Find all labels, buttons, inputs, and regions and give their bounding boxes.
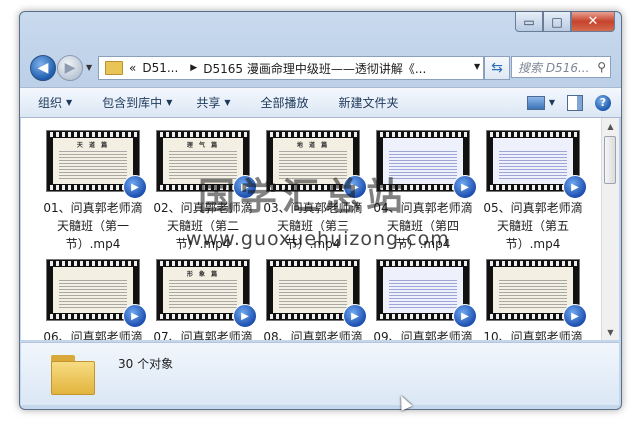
media-player-icon: ▶ [563, 175, 587, 199]
video-thumbnail: ▶ [266, 259, 367, 328]
play-all-button[interactable]: 全部播放 [261, 94, 309, 111]
file-name: 09、问真郭老师滴天髓班（第九 [373, 330, 473, 340]
video-thumbnail: ▶ [486, 130, 587, 199]
video-thumbnail: 形 象 篇 ▶ [156, 259, 257, 328]
organize-label: 组织 [38, 96, 63, 110]
file-item[interactable]: 天 道 篇 ▶ 01、问真郭老师滴天髓班（第一节）.mp4 [38, 130, 148, 253]
refresh-icon[interactable]: ⇆ [484, 56, 510, 80]
include-library-label: 包含到库中 [102, 96, 163, 110]
new-folder-label: 新建文件夹 [338, 96, 399, 110]
item-count: 30 个对象 [118, 357, 174, 371]
media-player-icon: ▶ [343, 304, 367, 328]
forward-arrow-icon[interactable]: ▶ [57, 55, 83, 81]
breadcrumb-item[interactable]: D5165 漫画命理中级班——透彻讲解《... [203, 60, 426, 77]
scrollbar-thumb[interactable] [604, 136, 616, 184]
video-thumbnail: ▶ [376, 259, 477, 328]
media-player-icon: ▶ [123, 304, 147, 328]
folder-icon [105, 61, 123, 75]
thumbnail-title: 形 象 篇 [186, 271, 220, 278]
file-item[interactable]: ▶ 05、问真郭老师滴天髓班（第五节）.mp4 [478, 130, 588, 253]
thumbnail-title: 地 道 篇 [296, 142, 330, 149]
file-name: 04、问真郭老师滴天髓班（第四节）.mp4 [373, 201, 473, 251]
chevron-down-icon: ▼ [66, 98, 73, 107]
file-item[interactable]: 形 象 篇 ▶ 07、问真郭老师滴天髓班（第七 [148, 259, 258, 340]
media-player-icon: ▶ [343, 175, 367, 199]
address-dropdown-icon[interactable]: ▼ [474, 62, 480, 71]
video-thumbnail: 天 道 篇 ▶ [46, 130, 147, 199]
file-name: 02、问真郭老师滴天髓班（第二节）.mp4 [153, 201, 253, 251]
share-label: 共享 [196, 96, 221, 110]
file-item[interactable]: ▶ 08、问真郭老师滴天髓班（第八 [258, 259, 368, 340]
file-name: 08、问真郭老师滴天髓班（第八 [263, 330, 363, 340]
details-pane: 30 个对象 [21, 342, 619, 405]
view-options-icon[interactable] [526, 95, 545, 110]
command-bar: 组织 ▼ 包含到库中 ▼ 共享 ▼ 全部播放 新建文件夹 ▼ ? [20, 87, 621, 118]
breadcrumb-item[interactable]: D51... [142, 61, 178, 75]
preview-pane-icon[interactable] [567, 94, 583, 111]
folder-icon [51, 355, 95, 395]
window-controls: ▭ □ ✕ [515, 12, 615, 32]
play-all-label: 全部播放 [260, 96, 309, 110]
media-player-icon: ▶ [233, 304, 257, 328]
file-name: 10、问真郭老师滴天髓班（第十 [483, 330, 583, 340]
video-thumbnail: ▶ [46, 259, 147, 328]
file-item[interactable]: 地 道 篇 ▶ 03、问真郭老师滴天髓班（第三节）.mp4 [258, 130, 368, 253]
maximize-button[interactable]: □ [543, 12, 571, 32]
chevron-down-icon: ▼ [224, 98, 231, 107]
include-library-menu[interactable]: 包含到库中 ▼ [102, 94, 172, 111]
close-button[interactable]: ✕ [571, 12, 615, 32]
view-controls: ▼ ? [526, 88, 621, 117]
file-name: 06、问真郭老师滴天髓班（第六 [43, 330, 143, 340]
thumbnail-title: 天 道 篇 [76, 142, 110, 149]
media-player-icon: ▶ [233, 175, 257, 199]
navigation-bar: ◀ ▶ ▼ « D51... ▶ D5165 漫画命理中级班——透彻讲解《...… [20, 52, 621, 82]
thumbnail-title: 理 气 篇 [186, 142, 220, 149]
chevron-down-icon: ▼ [166, 98, 173, 107]
vertical-scrollbar[interactable]: ▲ ▼ [601, 118, 619, 340]
media-player-icon: ▶ [123, 175, 147, 199]
media-player-icon: ▶ [563, 304, 587, 328]
address-bar[interactable]: « D51... ▶ D5165 漫画命理中级班——透彻讲解《... [98, 56, 484, 80]
file-item[interactable]: ▶ 06、问真郭老师滴天髓班（第六 [38, 259, 148, 340]
file-item[interactable]: 理 气 篇 ▶ 02、问真郭老师滴天髓班（第二节）.mp4 [148, 130, 258, 253]
file-list: 天 道 篇 ▶ 01、问真郭老师滴天髓班（第一节）.mp4 理 气 篇 ▶ 02、问真郭老… [21, 118, 601, 340]
file-item[interactable]: ▶ 10、问真郭老师滴天髓班（第十 [478, 259, 588, 340]
video-thumbnail: 地 道 篇 ▶ [266, 130, 367, 199]
minimize-button[interactable]: ▭ [515, 12, 543, 32]
file-name: 05、问真郭老师滴天髓班（第五节）.mp4 [483, 201, 583, 251]
chevron-down-icon[interactable]: ▼ [549, 98, 555, 107]
search-input[interactable]: 搜索 D516... ⚲ [511, 56, 611, 78]
file-name: 07、问真郭老师滴天髓班（第七 [153, 330, 253, 340]
search-icon[interactable]: ⚲ [597, 60, 606, 74]
breadcrumb-overflow[interactable]: « [129, 61, 136, 75]
media-player-icon: ▶ [453, 304, 477, 328]
share-menu[interactable]: 共享 ▼ [196, 94, 230, 111]
video-thumbnail: ▶ [376, 130, 477, 199]
scroll-down-icon[interactable]: ▼ [602, 324, 619, 340]
scroll-up-icon[interactable]: ▲ [602, 118, 619, 134]
recent-pages-dropdown-icon[interactable]: ▼ [86, 63, 92, 72]
organize-menu[interactable]: 组织 ▼ [38, 94, 72, 111]
file-item[interactable]: ▶ 04、问真郭老师滴天髓班（第四节）.mp4 [368, 130, 478, 253]
file-grid: 天 道 篇 ▶ 01、问真郭老师滴天髓班（第一节）.mp4 理 气 篇 ▶ 02、问真郭老… [38, 130, 588, 340]
search-placeholder: 搜索 D516... [518, 60, 590, 75]
explorer-window: ▭ □ ✕ ◀ ▶ ▼ « D51... ▶ D5165 漫画命理中级班——透彻… [19, 11, 622, 410]
file-name: 01、问真郭老师滴天髓班（第一节）.mp4 [43, 201, 143, 251]
media-player-icon: ▶ [453, 175, 477, 199]
file-name: 03、问真郭老师滴天髓班（第三节）.mp4 [263, 201, 363, 251]
file-item[interactable]: ▶ 09、问真郭老师滴天髓班（第九 [368, 259, 478, 340]
new-folder-button[interactable]: 新建文件夹 [339, 94, 399, 111]
video-thumbnail: ▶ [486, 259, 587, 328]
video-thumbnail: 理 气 篇 ▶ [156, 130, 257, 199]
back-arrow-icon[interactable]: ◀ [30, 55, 56, 81]
chevron-right-icon[interactable]: ▶ [190, 63, 197, 73]
help-icon[interactable]: ? [595, 94, 611, 111]
